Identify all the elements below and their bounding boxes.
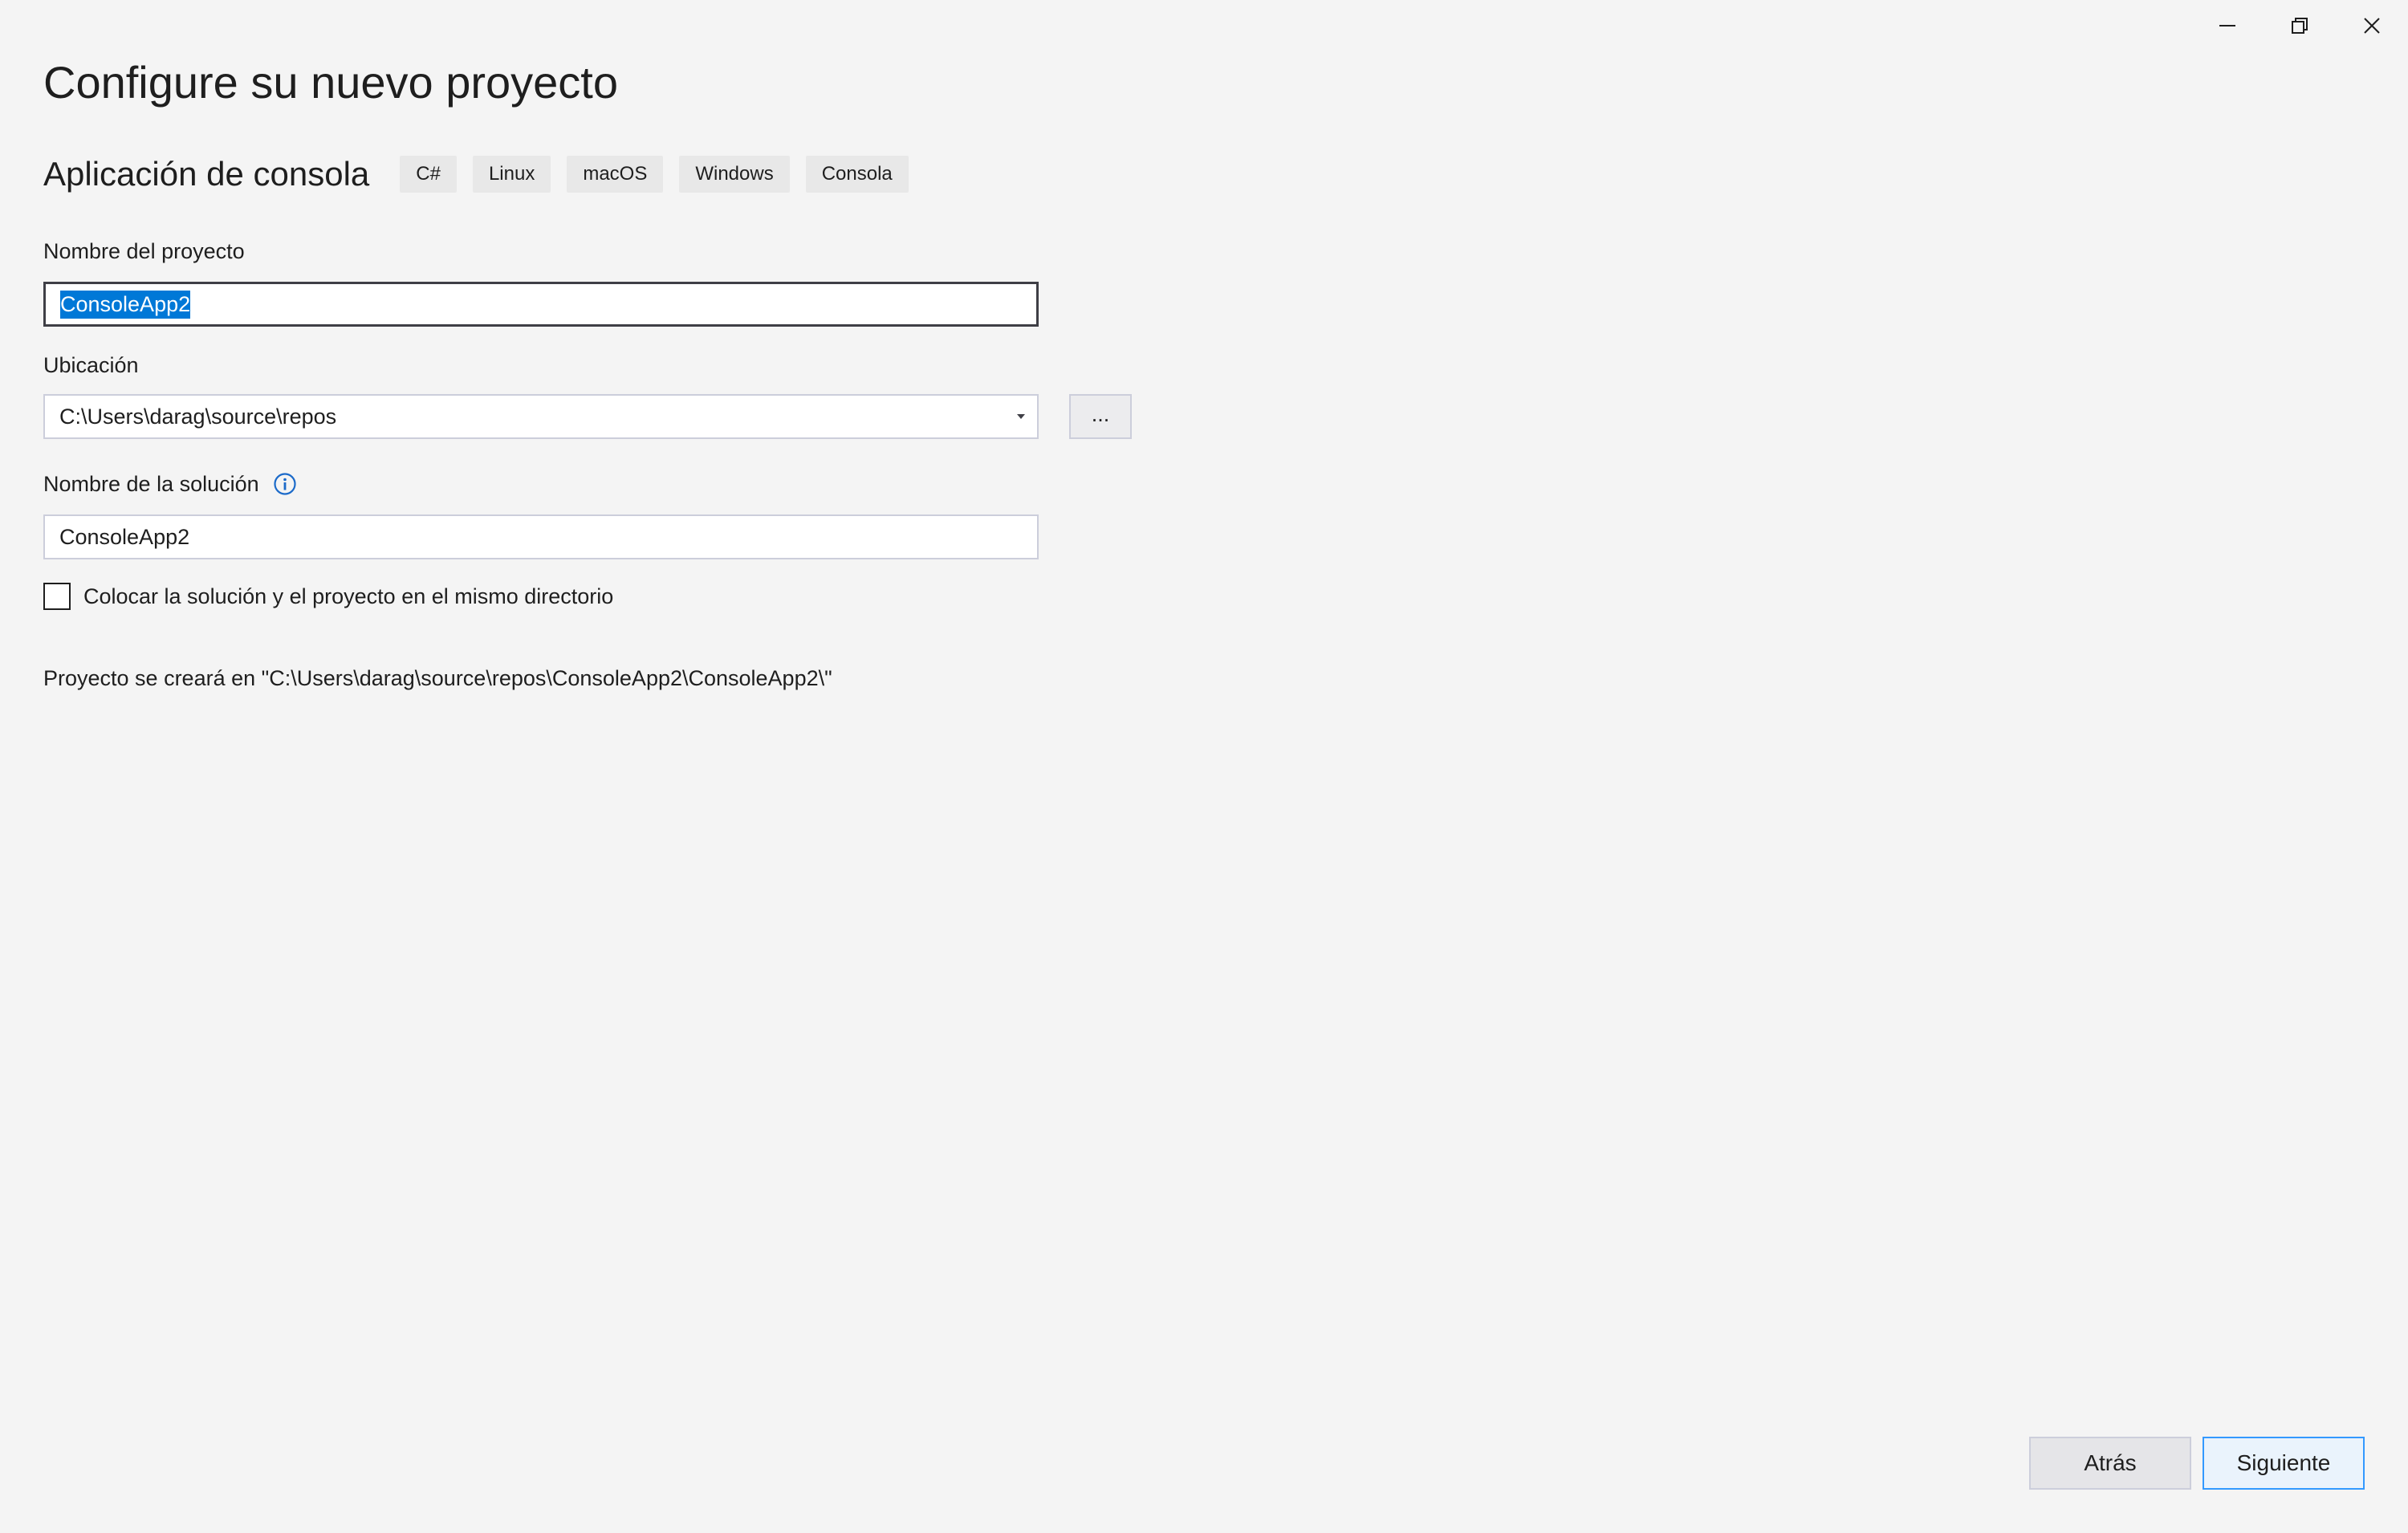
page-title: Configure su nuevo proyecto: [43, 57, 618, 108]
solution-name-label: Nombre de la solución: [43, 472, 259, 496]
minimize-button[interactable]: [2191, 0, 2264, 51]
tag-csharp: C#: [400, 156, 457, 193]
template-header: Aplicación de consola C# Linux macOS Win…: [43, 151, 909, 197]
restore-icon: [2292, 18, 2308, 34]
minimize-icon: [2219, 25, 2235, 26]
solution-name-label-row: Nombre de la solución: [43, 470, 297, 498]
back-button[interactable]: Atrás: [2029, 1437, 2191, 1490]
same-directory-row[interactable]: Colocar la solución y el proyecto en el …: [43, 583, 613, 610]
tag-windows: Windows: [679, 156, 790, 193]
template-tags: C# Linux macOS Windows Consola: [400, 156, 909, 193]
location-combobox[interactable]: C:\Users\darag\source\repos: [43, 394, 1039, 439]
project-name-label: Nombre del proyecto: [43, 239, 245, 263]
solution-name-value: ConsoleApp2: [59, 524, 190, 549]
next-button[interactable]: Siguiente: [2203, 1437, 2365, 1490]
window-controls: [2191, 0, 2408, 51]
close-icon: [2364, 18, 2380, 34]
tag-macos: macOS: [567, 156, 664, 193]
project-path-preview: Proyecto se creará en "C:\Users\darag\so…: [43, 666, 832, 690]
project-name-value: ConsoleApp2: [60, 290, 191, 319]
project-name-input[interactable]: ConsoleApp2: [43, 282, 1039, 327]
info-icon[interactable]: [273, 472, 297, 496]
close-button[interactable]: [2336, 0, 2408, 51]
location-value: C:\Users\darag\source\repos: [59, 404, 337, 429]
restore-button[interactable]: [2264, 0, 2336, 51]
browse-button[interactable]: ...: [1069, 394, 1132, 439]
template-name: Aplicación de consola: [43, 155, 370, 193]
tag-linux: Linux: [472, 156, 551, 193]
chevron-down-icon[interactable]: [1011, 407, 1031, 426]
same-directory-checkbox[interactable]: [43, 583, 71, 610]
location-label: Ubicación: [43, 353, 139, 377]
tag-consola: Consola: [805, 156, 909, 193]
same-directory-label[interactable]: Colocar la solución y el proyecto en el …: [83, 583, 613, 610]
solution-name-input[interactable]: ConsoleApp2: [43, 514, 1039, 559]
